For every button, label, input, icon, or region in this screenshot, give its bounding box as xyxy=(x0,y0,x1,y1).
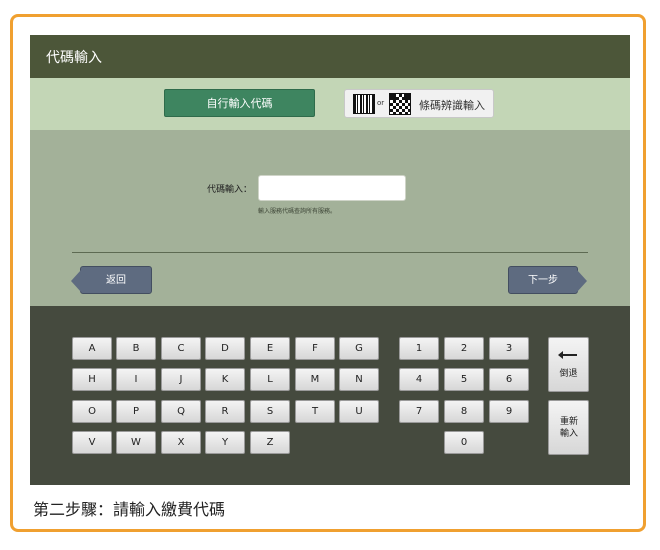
key-m[interactable]: M xyxy=(295,368,335,391)
back-button[interactable]: 返回 xyxy=(71,266,152,294)
key-h[interactable]: H xyxy=(72,368,112,391)
code-entry-panel: 代碼輸入： 輸入服務代碼查詢所有服務。 返回 下一步 xyxy=(30,130,630,306)
reset-key[interactable]: 重新輸入 xyxy=(548,400,589,455)
key-7[interactable]: 7 xyxy=(399,400,439,423)
key-b[interactable]: B xyxy=(116,337,156,360)
reset-label: 重新輸入 xyxy=(559,417,578,439)
barcode-icon xyxy=(353,94,375,114)
page-title: 代碼輸入 xyxy=(46,50,102,66)
tab-manual-input[interactable]: 自行輸入代碼 xyxy=(164,89,315,117)
key-u[interactable]: U xyxy=(339,400,379,423)
key-r[interactable]: R xyxy=(205,400,245,423)
key-3[interactable]: 3 xyxy=(489,337,529,360)
code-input-label: 代碼輸入： xyxy=(207,185,253,195)
key-8[interactable]: 8 xyxy=(444,400,484,423)
kiosk-screen: 代碼輸入 自行輸入代碼 or 條碼辨識輸入 代碼輸入： 輸入服務代碼查詢所有服務… xyxy=(30,35,630,485)
key-c[interactable]: C xyxy=(161,337,201,360)
tab-barcode-scan[interactable]: or 條碼辨識輸入 xyxy=(344,89,494,118)
code-hint: 輸入服務代碼查詢所有服務。 xyxy=(258,208,337,215)
key-q[interactable]: Q xyxy=(161,400,201,423)
code-input[interactable] xyxy=(258,175,406,201)
key-2[interactable]: 2 xyxy=(444,337,484,360)
key-5[interactable]: 5 xyxy=(444,368,484,391)
title-bar: 代碼輸入 xyxy=(30,35,630,78)
key-6[interactable]: 6 xyxy=(489,368,529,391)
divider xyxy=(72,252,588,253)
key-a[interactable]: A xyxy=(72,337,112,360)
key-s[interactable]: S xyxy=(250,400,290,423)
key-p[interactable]: P xyxy=(116,400,156,423)
key-n[interactable]: N xyxy=(339,368,379,391)
key-0[interactable]: 0 xyxy=(444,431,484,454)
key-j[interactable]: J xyxy=(161,368,201,391)
backspace-label: 倒退 xyxy=(559,369,578,379)
key-9[interactable]: 9 xyxy=(489,400,529,423)
key-i[interactable]: I xyxy=(116,368,156,391)
key-g[interactable]: G xyxy=(339,337,379,360)
input-mode-tabs: 自行輸入代碼 or 條碼辨識輸入 xyxy=(30,78,630,130)
tab-barcode-scan-label: 條碼辨識輸入 xyxy=(419,99,485,112)
key-w[interactable]: W xyxy=(116,431,156,454)
key-1[interactable]: 1 xyxy=(399,337,439,360)
key-x[interactable]: X xyxy=(161,431,201,454)
next-button[interactable]: 下一步 xyxy=(508,266,587,294)
left-arrow-icon xyxy=(558,351,577,359)
qr-code-icon xyxy=(389,93,411,115)
key-y[interactable]: Y xyxy=(205,431,245,454)
key-l[interactable]: L xyxy=(250,368,290,391)
key-d[interactable]: D xyxy=(205,337,245,360)
step-caption: 第二步驟：請輸入繳費代碼 xyxy=(33,500,226,519)
key-t[interactable]: T xyxy=(295,400,335,423)
or-text: or xyxy=(377,99,385,107)
key-z[interactable]: Z xyxy=(250,431,290,454)
key-v[interactable]: V xyxy=(72,431,112,454)
key-f[interactable]: F xyxy=(295,337,335,360)
key-e[interactable]: E xyxy=(250,337,290,360)
key-k[interactable]: K xyxy=(205,368,245,391)
onscreen-keyboard: ABCDEFG HIJKLMN OPQRSTU VWXYZ 123 456 7890 倒退… xyxy=(30,306,630,485)
key-4[interactable]: 4 xyxy=(399,368,439,391)
backspace-key[interactable]: 倒退 xyxy=(548,337,589,392)
key-o[interactable]: O xyxy=(72,400,112,423)
